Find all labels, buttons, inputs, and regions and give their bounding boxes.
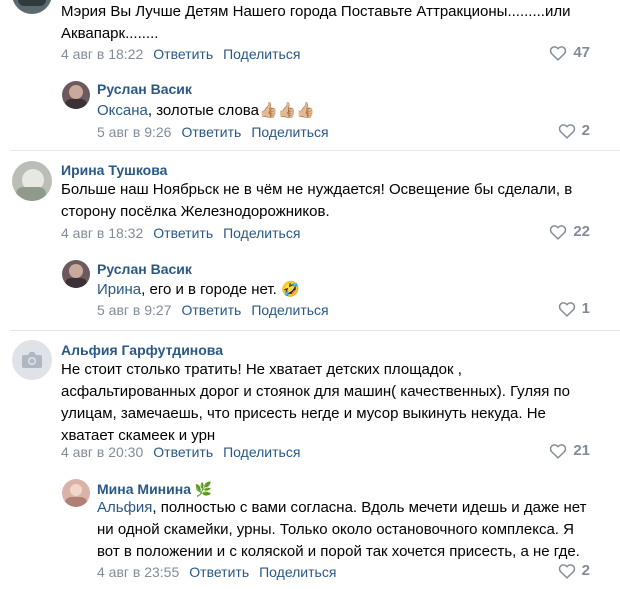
comment-meta: 4 авг в 18:32 Ответить Поделиться bbox=[61, 225, 300, 241]
heart-outline-icon bbox=[558, 563, 575, 579]
like-button[interactable]: 2 bbox=[558, 122, 590, 139]
reply-button[interactable]: Ответить bbox=[181, 124, 241, 140]
comment-date[interactable]: 5 авг в 9:26 bbox=[97, 124, 171, 140]
like-count: 1 bbox=[581, 300, 590, 317]
comment-date[interactable]: 4 авг в 23:55 bbox=[97, 564, 179, 580]
like-button[interactable]: 1 bbox=[558, 300, 590, 317]
reply-to-name[interactable]: Ирина bbox=[97, 281, 141, 298]
share-button[interactable]: Поделиться bbox=[223, 46, 300, 62]
reply-button[interactable]: Ответить bbox=[153, 444, 213, 460]
comment-author[interactable]: Руслан Васик bbox=[97, 261, 192, 277]
share-button[interactable]: Поделиться bbox=[223, 225, 300, 241]
heart-outline-icon bbox=[558, 301, 575, 317]
reply-button[interactable]: Ответить bbox=[153, 46, 213, 62]
like-button[interactable]: 47 bbox=[549, 44, 590, 61]
share-button[interactable]: Поделиться bbox=[223, 444, 300, 460]
comment-meta: 5 авг в 9:26 Ответить Поделиться bbox=[97, 124, 329, 140]
heart-outline-icon bbox=[550, 224, 567, 240]
heart-outline-icon bbox=[550, 45, 567, 61]
comment-meta: 4 авг в 20:30 Ответить Поделиться bbox=[61, 444, 300, 460]
avatar[interactable] bbox=[62, 81, 90, 109]
share-button[interactable]: Поделиться bbox=[259, 564, 336, 580]
comment-text: Альфия, полностью с вами согласна. Вдоль… bbox=[97, 499, 587, 560]
emoji: 👍🏼👍🏼👍🏼 bbox=[258, 101, 315, 119]
like-count: 21 bbox=[573, 442, 590, 459]
divider bbox=[10, 150, 620, 151]
comment-date[interactable]: 4 авг в 18:32 bbox=[61, 225, 143, 241]
like-button[interactable]: 22 bbox=[549, 223, 590, 240]
author-name[interactable]: Мина Минина bbox=[97, 481, 191, 497]
leaf-badge-icon: 🌿 bbox=[194, 482, 213, 498]
divider bbox=[10, 330, 620, 331]
camera-icon bbox=[22, 352, 42, 368]
like-count: 2 bbox=[581, 122, 590, 139]
comment-text: Мэрия Вы Лучше Детям Нашего города Поста… bbox=[61, 3, 571, 42]
heart-outline-icon bbox=[558, 123, 575, 139]
comment-meta: 5 авг в 9:27 Ответить Поделиться bbox=[97, 302, 329, 318]
comment-meta: 4 авг в 23:55 Ответить Поделиться bbox=[97, 564, 336, 580]
share-button[interactable]: Поделиться bbox=[251, 302, 328, 318]
reply-button[interactable]: Ответить bbox=[189, 564, 249, 580]
avatar[interactable] bbox=[12, 161, 52, 201]
comment-date[interactable]: 5 авг в 9:27 bbox=[97, 302, 171, 318]
comment-text: Больше наш Ноябрьск не в чём не нуждаетс… bbox=[61, 181, 573, 220]
like-button[interactable]: 2 bbox=[558, 562, 590, 579]
reply-button[interactable]: Ответить bbox=[153, 225, 213, 241]
comment-text: Ирина, его и в городе нет. 🤣 bbox=[97, 280, 300, 298]
like-count: 2 bbox=[581, 562, 590, 579]
reply-to-name[interactable]: Оксана bbox=[97, 102, 148, 119]
like-count: 47 bbox=[573, 44, 590, 61]
heart-outline-icon bbox=[550, 443, 567, 459]
reply-button[interactable]: Ответить bbox=[181, 302, 241, 318]
like-count: 22 bbox=[573, 223, 590, 240]
emoji: 🤣 bbox=[280, 280, 300, 298]
comment-author[interactable]: Альфия Гарфутдинова bbox=[61, 342, 223, 358]
reply-to-name[interactable]: Альфия bbox=[97, 499, 152, 516]
comment-author[interactable]: Руслан Васик bbox=[97, 81, 192, 97]
comment-author: Мина Минина 🌿 bbox=[97, 481, 212, 498]
comment-text: Оксана, золотые слова👍🏼👍🏼👍🏼 bbox=[97, 101, 315, 119]
comment-meta: 4 авг в 18:22 Ответить Поделиться bbox=[61, 46, 300, 62]
avatar[interactable] bbox=[62, 260, 90, 288]
comment-date[interactable]: 4 авг в 20:30 bbox=[61, 444, 143, 460]
share-button[interactable]: Поделиться bbox=[251, 124, 328, 140]
like-button[interactable]: 21 bbox=[549, 442, 590, 459]
comment-date[interactable]: 4 авг в 18:22 bbox=[61, 46, 143, 62]
avatar[interactable] bbox=[12, 0, 52, 14]
avatar[interactable] bbox=[62, 479, 90, 507]
avatar[interactable] bbox=[12, 340, 52, 380]
comment-text: Не стоит столько тратить! Не хватает дет… bbox=[61, 361, 570, 444]
comment-author[interactable]: Ирина Тушкова bbox=[61, 162, 167, 178]
